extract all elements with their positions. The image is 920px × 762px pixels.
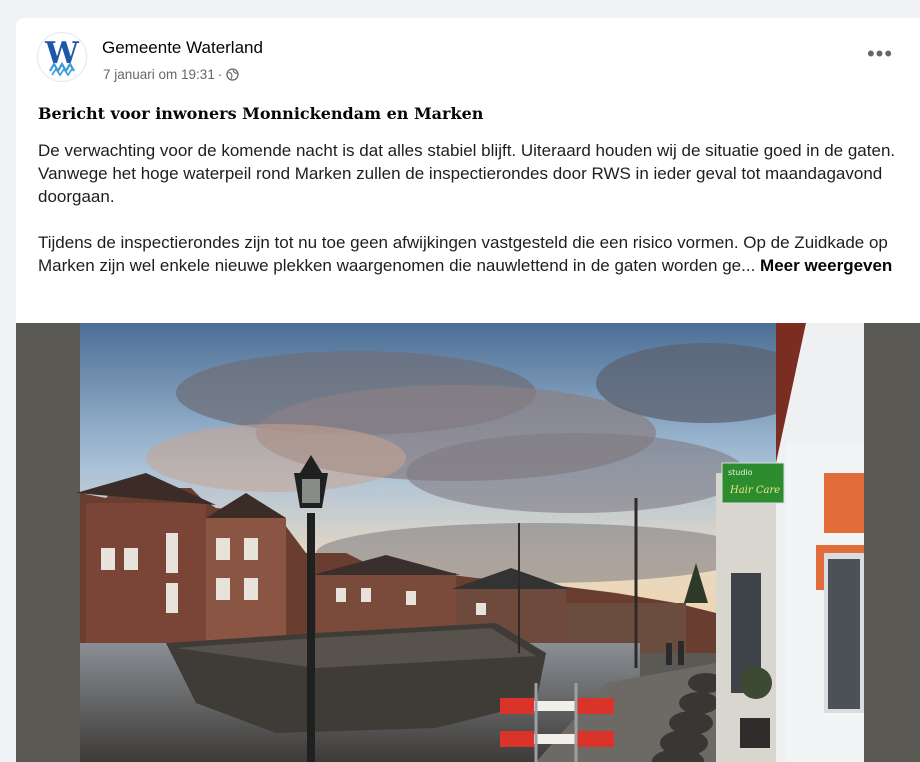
post-title: Bericht voor inwoners Monnickendam en Ma… [38,104,484,123]
globe-icon[interactable] [226,68,240,81]
post-paragraph-2: Tijdens de inspectierondes zijn tot nu t… [38,231,918,277]
sign-top-text: studio [728,468,753,477]
post-card: W Gemeente Waterland 7 januari om 19:31 … [16,18,920,762]
waterland-logo-icon: W [44,36,80,77]
post-paragraph-1: De verwachting voor de komende nacht is … [38,141,896,206]
sign-bottom-text: Hair Care [729,485,780,496]
more-options-button[interactable]: ••• [862,43,898,72]
page-avatar[interactable]: W [37,32,87,82]
post-header: W Gemeente Waterland 7 januari om 19:31 … [16,18,920,98]
post-meta: 7 januari om 19:31 · [103,67,240,82]
see-more-link[interactable]: Meer weergeven [760,256,892,275]
author-name[interactable]: Gemeente Waterland [102,38,263,58]
meta-separator: · [217,67,223,82]
post-timestamp[interactable]: 7 januari om 19:31 [103,67,215,82]
post-photo[interactable]: studio Hair Care [16,323,920,762]
